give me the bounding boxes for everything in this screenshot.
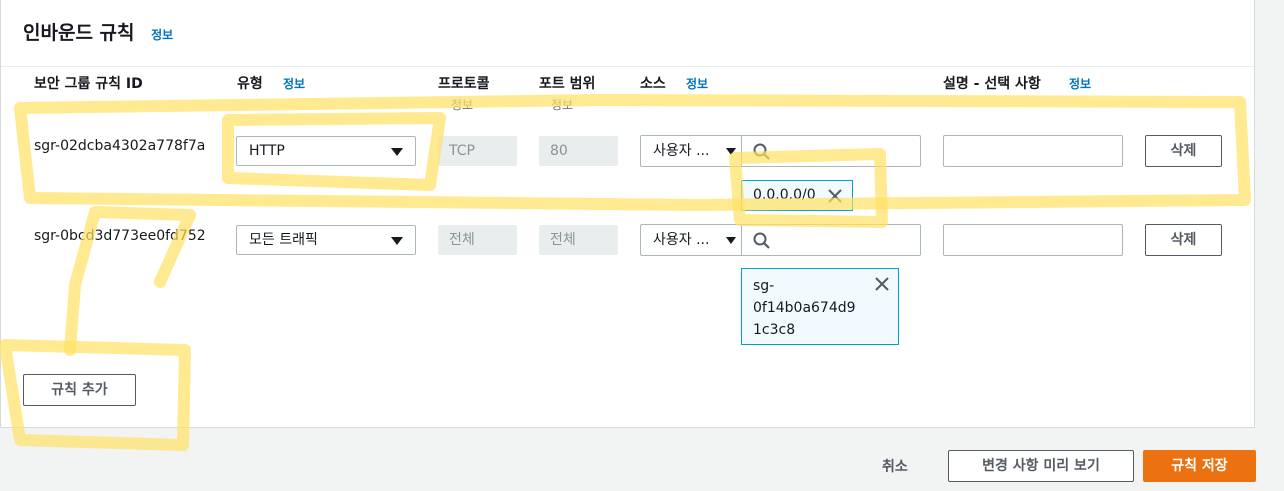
type-select[interactable]: HTTP <box>236 136 416 166</box>
caret-down-icon <box>726 237 736 244</box>
col-port-range: 포트 범위 <box>539 76 596 92</box>
source-search-input[interactable] <box>741 224 921 256</box>
caret-down-icon <box>391 237 403 245</box>
search-icon <box>753 143 770 160</box>
description-input[interactable] <box>943 135 1123 167</box>
col-description: 설명 - 선택 사항 <box>943 76 1041 92</box>
source-token: sg- 0f14b0a674d9 1c3c8 <box>741 268 899 345</box>
caret-down-icon <box>391 148 403 156</box>
protocol-field: 전체 <box>438 225 517 255</box>
col-type: 유형 <box>237 76 263 92</box>
inbound-rules-panel: 인바운드 규칙 정보 보안 그룹 규칙 ID 유형 정보 프로토콜 정보 포트 … <box>0 0 1255 428</box>
col-type-info-link[interactable]: 정보 <box>283 75 305 92</box>
source-type-select[interactable]: 사용자 ... <box>640 224 742 256</box>
panel-header: 인바운드 규칙 정보 <box>1 0 1254 67</box>
panel-title: 인바운드 규칙 정보 <box>23 18 173 45</box>
type-select-value: HTTP <box>249 143 285 159</box>
source-token: 0.0.0.0/0 <box>741 180 853 211</box>
token-line: 0f14b0a674d9 <box>753 300 856 316</box>
col-source: 소스 <box>640 76 666 92</box>
source-token-label: 0.0.0.0/0 <box>753 187 816 203</box>
add-rule-button[interactable]: 규칙 추가 <box>23 374 136 406</box>
source-type-select[interactable]: 사용자 ... <box>640 135 742 167</box>
description-input[interactable] <box>943 224 1123 256</box>
col-protocol-info-link[interactable]: 정보 <box>451 96 473 113</box>
panel-title-text: 인바운드 규칙 <box>23 22 135 44</box>
col-rule-id: 보안 그룹 규칙 ID <box>34 76 143 92</box>
preview-changes-button[interactable]: 변경 사항 미리 보기 <box>948 450 1134 482</box>
port-range-field: 80 <box>539 136 618 166</box>
port-range-field: 전체 <box>539 225 618 255</box>
protocol-field: TCP <box>438 136 517 166</box>
source-type-value: 사용자 ... <box>653 232 710 248</box>
save-rules-button[interactable]: 규칙 저장 <box>1143 450 1256 482</box>
rule-id: sgr-0bcd3d773ee0fd752 <box>34 228 206 244</box>
col-protocol: 프로토콜 <box>438 76 490 92</box>
caret-down-icon <box>726 148 736 155</box>
col-description-info-link[interactable]: 정보 <box>1069 75 1091 92</box>
type-select-value: 모든 트래픽 <box>249 232 318 248</box>
source-search-input[interactable] <box>741 135 921 167</box>
search-icon <box>753 232 770 249</box>
token-line: 1c3c8 <box>753 322 796 338</box>
panel-info-link[interactable]: 정보 <box>151 28 173 42</box>
source-token-label: sg- 0f14b0a674d9 1c3c8 <box>753 275 856 341</box>
rule-id: sgr-02dcba4302a778f7a <box>34 138 206 154</box>
cancel-button[interactable]: 취소 <box>882 456 908 476</box>
type-select[interactable]: 모든 트래픽 <box>236 225 416 255</box>
token-line: sg- <box>753 278 775 294</box>
close-icon[interactable] <box>875 277 889 291</box>
col-port-info-link[interactable]: 정보 <box>551 96 573 113</box>
close-icon[interactable] <box>828 189 842 203</box>
delete-button[interactable]: 삭제 <box>1145 224 1222 256</box>
delete-button[interactable]: 삭제 <box>1145 135 1222 167</box>
source-type-value: 사용자 ... <box>653 143 710 159</box>
col-source-info-link[interactable]: 정보 <box>686 75 708 92</box>
